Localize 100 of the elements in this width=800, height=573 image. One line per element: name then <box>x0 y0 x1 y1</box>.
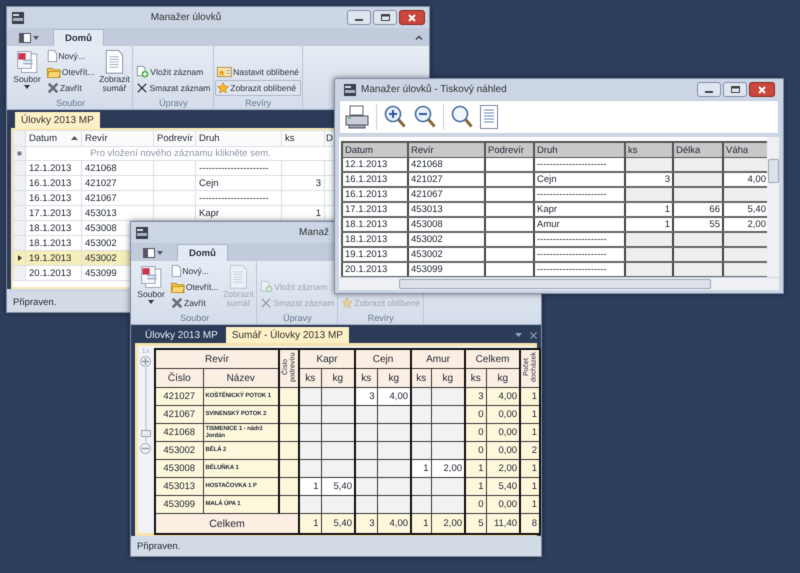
table-cell: 3 <box>282 176 324 190</box>
table-cell: ---------------------- <box>534 247 625 262</box>
table-cell: 421067 <box>155 406 203 424</box>
page-plus-icon <box>136 66 150 78</box>
ribbon-button[interactable]: Nový... <box>45 48 96 64</box>
ribbon-button[interactable]: Zobrazit sumář <box>97 48 132 95</box>
table-cell: 19.1.2013 <box>26 250 82 266</box>
ribbon-button[interactable]: Smazat záznam <box>134 80 212 96</box>
table-cell: 17.1.2013 <box>342 202 408 217</box>
plus-icon <box>142 358 149 365</box>
panel-icon <box>143 248 155 258</box>
column-header: ks <box>625 142 673 158</box>
app-icon <box>135 226 149 240</box>
table-cell: 1 <box>411 514 432 534</box>
table-cell: 453008 <box>408 217 485 232</box>
horizontal-scrollbar[interactable] <box>339 278 779 290</box>
page-lines-icon[interactable] <box>480 105 498 129</box>
printer-icon[interactable] <box>344 104 370 130</box>
status-bar: Připraven. <box>131 536 541 556</box>
caret-icon[interactable] <box>515 333 522 337</box>
table-cell: 453002 <box>408 247 485 262</box>
zoom-in-button[interactable] <box>140 356 151 367</box>
table-cell: 453002 <box>155 442 203 460</box>
minimize-button[interactable] <box>697 82 721 97</box>
table-cell: 17.1.2013 <box>26 206 82 220</box>
column-header[interactable]: Datum <box>26 130 82 146</box>
document-tab[interactable]: Úlovky 2013 MP <box>139 327 224 343</box>
close-button[interactable] <box>749 82 775 97</box>
table-cell: Amur <box>534 217 625 232</box>
ribbon-tab[interactable]: Domů <box>53 29 104 46</box>
zoom-out-button[interactable] <box>140 443 151 454</box>
row-selector[interactable] <box>14 250 26 266</box>
vertical-scrollbar[interactable] <box>767 137 779 277</box>
minimize-button[interactable] <box>347 10 371 25</box>
table-cell: 18.1.2013 <box>26 220 82 236</box>
table-cell: 12.1.2013 <box>26 160 82 176</box>
page-lines-icon <box>229 265 248 289</box>
column-header: Kapr <box>299 349 355 368</box>
ribbon-tab[interactable]: Domů <box>177 244 228 261</box>
group-label: Úpravy <box>158 97 189 109</box>
zoom-out-icon[interactable] <box>413 104 437 130</box>
ribbon-button[interactable]: Soubor <box>10 48 44 91</box>
ribbon-button[interactable]: Zobrazit oblíbené <box>215 80 301 96</box>
table-cell: 421068 <box>82 160 154 176</box>
page-plus-icon <box>260 281 274 293</box>
table-cell: 1 <box>465 478 486 496</box>
table-cell: Celkem <box>155 514 299 534</box>
ribbon-button[interactable]: Vložit záznam <box>134 64 212 80</box>
close-icon <box>758 86 766 94</box>
table-cell: ---------------------- <box>534 232 625 247</box>
table-cell: 453013 <box>408 202 485 217</box>
column-header[interactable]: Revír <box>82 130 154 146</box>
table-cell: 20.1.2013 <box>26 266 82 280</box>
table-cell: 421027 <box>155 388 203 406</box>
close-icon[interactable] <box>530 332 537 338</box>
document-tab[interactable]: Úlovky 2013 MP <box>15 112 100 128</box>
table-cell: ---------------------- <box>196 160 282 176</box>
column-header: Revír <box>155 349 279 368</box>
column-header[interactable]: Druh <box>196 130 282 146</box>
table-cell: 4,00 <box>377 514 412 534</box>
folder-icon <box>171 281 185 293</box>
close-button[interactable] <box>399 10 425 25</box>
cross-icon <box>136 82 148 94</box>
caret-icon <box>33 36 39 40</box>
asterisk-icon <box>17 151 22 156</box>
ribbon-button[interactable]: Nový... <box>169 263 220 279</box>
ribbon-button[interactable]: Otevřít... <box>169 279 220 295</box>
table-cell: 3 <box>355 514 377 534</box>
table-cell: 421067 <box>82 190 154 206</box>
search-icon[interactable] <box>450 104 474 130</box>
table-cell: 0 <box>465 406 486 424</box>
document-tab[interactable]: Sumář - Úlovky 2013 MP <box>226 327 349 343</box>
slider-thumb[interactable] <box>140 430 150 438</box>
table-cell: 3 <box>465 388 486 406</box>
scrollbar-thumb[interactable] <box>399 279 711 289</box>
table-cell: 1 <box>411 460 432 478</box>
table-cell: 18.1.2013 <box>342 217 408 232</box>
window-title: Manažer úlovků <box>150 12 222 23</box>
ribbon-button[interactable]: Zavřít <box>45 80 96 96</box>
table-cell: 1 <box>520 424 540 442</box>
table-cell: 453008 <box>155 460 203 478</box>
column-header: Cejn <box>355 349 412 368</box>
table-cell: 0 <box>465 496 486 514</box>
table-cell: 5,40 <box>321 514 355 534</box>
scrollbar-thumb[interactable] <box>768 159 779 183</box>
maximize-button[interactable] <box>723 82 747 97</box>
column-header[interactable]: Podrevír <box>154 130 196 146</box>
maximize-button[interactable] <box>373 10 397 25</box>
table-cell: 5 <box>465 514 486 534</box>
maximize-icon <box>730 86 740 93</box>
chevron-up-icon[interactable] <box>415 34 423 40</box>
ribbon-button[interactable]: Otevřít... <box>45 64 96 80</box>
ribbon-button[interactable]: Zavřít <box>169 295 220 311</box>
ribbon-button[interactable]: Nastavit oblíbené <box>215 64 301 80</box>
zoom-in-icon[interactable] <box>383 104 407 130</box>
table-cell: 18.1.2013 <box>342 232 408 247</box>
column-header: Váha <box>723 142 767 158</box>
group-label: Soubor <box>179 312 210 324</box>
column-header[interactable]: ks <box>282 130 324 146</box>
table-cell: Kapr <box>534 202 625 217</box>
